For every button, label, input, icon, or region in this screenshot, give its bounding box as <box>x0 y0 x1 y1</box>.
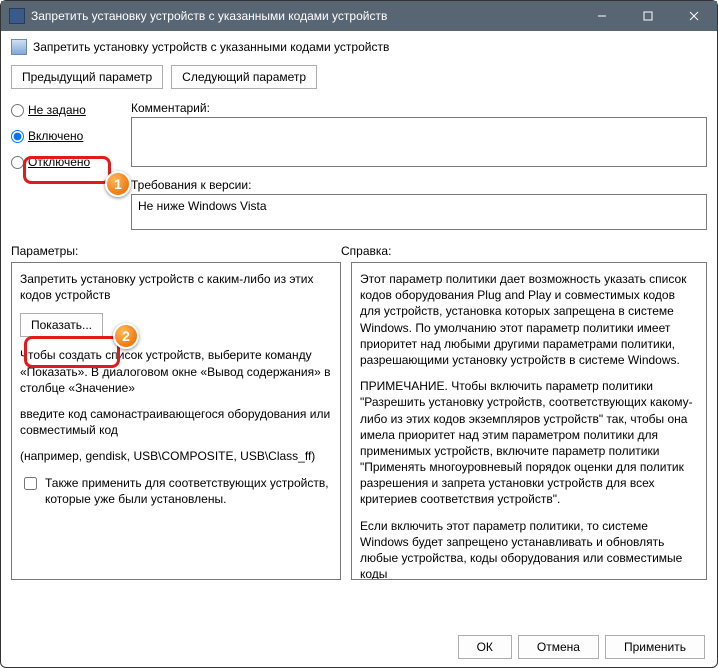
close-button[interactable] <box>671 1 717 31</box>
comment-textarea[interactable] <box>131 117 707 167</box>
radio-disabled-label: Отключено <box>28 155 90 169</box>
radio-not-configured-input[interactable] <box>11 104 24 117</box>
app-icon <box>9 8 25 24</box>
help-panel[interactable]: Этот параметр политики дает возможность … <box>351 262 707 580</box>
maximize-button[interactable] <box>625 1 671 31</box>
params-panel[interactable]: Запретить установку устройств с каким-ли… <box>11 262 341 580</box>
prev-setting-button[interactable]: Предыдущий параметр <box>11 65 163 89</box>
params-text-1: Запретить установку устройств с каким-ли… <box>20 271 332 303</box>
apply-button[interactable]: Применить <box>605 635 705 659</box>
apply-existing-label: Также применить для соответствующих устр… <box>45 475 332 507</box>
radio-enabled[interactable]: Включено <box>11 129 121 143</box>
radio-disabled[interactable]: Отключено <box>11 155 121 169</box>
next-setting-button[interactable]: Следующий параметр <box>171 65 317 89</box>
params-label: Параметры: <box>11 244 341 258</box>
minimize-button[interactable] <box>579 1 625 31</box>
policy-icon <box>11 39 27 55</box>
window-title: Запретить установку устройств с указанны… <box>31 9 579 23</box>
radio-not-configured[interactable]: Не задано <box>11 103 121 117</box>
params-text-3: введите код самонастраивающегося оборудо… <box>20 406 332 438</box>
help-text-3: Если включить этот параметр политики, то… <box>360 518 698 580</box>
comment-label: Комментарий: <box>131 101 707 115</box>
radio-enabled-input[interactable] <box>11 130 24 143</box>
params-text-4: (например, gendisk, USB\COMPOSITE, USB\C… <box>20 448 332 464</box>
policy-header: Запретить установку устройств с указанны… <box>11 39 707 55</box>
policy-title: Запретить установку устройств с указанны… <box>33 40 389 54</box>
params-text-2: Чтобы создать список устройств, выберите… <box>20 347 332 396</box>
show-button[interactable]: Показать... <box>20 313 103 337</box>
requirements-box[interactable]: Не ниже Windows Vista <box>131 194 707 230</box>
help-text-2: ПРИМЕЧАНИЕ. Чтобы включить параметр поли… <box>360 378 698 508</box>
apply-existing-checkbox-row[interactable]: Также применить для соответствующих устр… <box>20 475 332 507</box>
radio-not-configured-label: Не задано <box>28 103 86 117</box>
requirements-label: Требования к версии: <box>131 178 707 192</box>
help-text-1: Этот параметр политики дает возможность … <box>360 271 698 368</box>
radio-enabled-label: Включено <box>28 129 83 143</box>
radio-disabled-input[interactable] <box>11 156 24 169</box>
apply-existing-checkbox[interactable] <box>24 477 37 490</box>
requirements-value: Не ниже Windows Vista <box>138 199 267 213</box>
cancel-button[interactable]: Отмена <box>518 635 599 659</box>
help-label: Справка: <box>341 244 707 258</box>
titlebar: Запретить установку устройств с указанны… <box>1 1 717 31</box>
ok-button[interactable]: ОК <box>458 635 512 659</box>
